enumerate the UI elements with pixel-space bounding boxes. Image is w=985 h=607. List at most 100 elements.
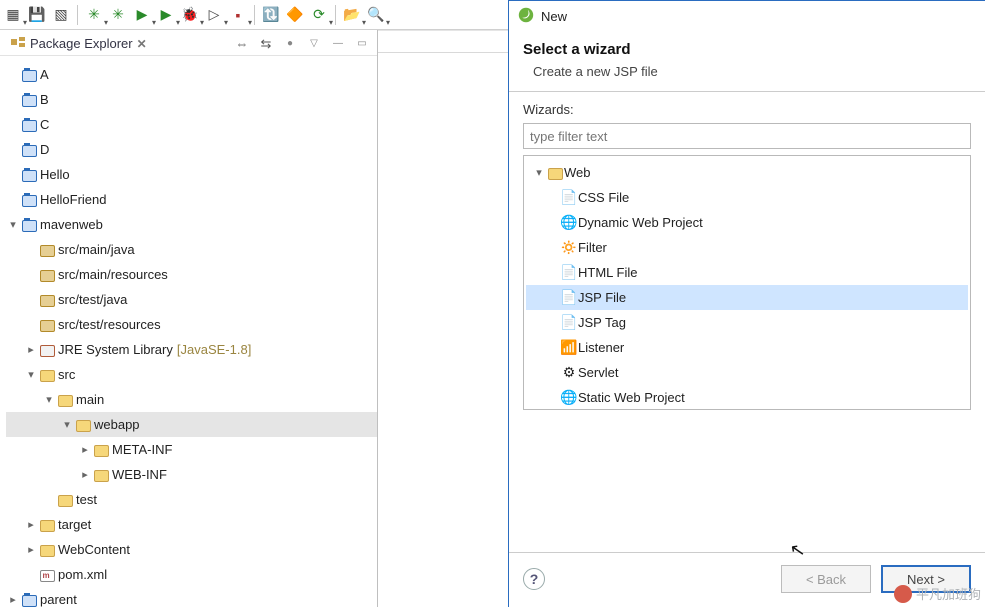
tb-launch-icon[interactable]: ▷ — [203, 4, 225, 26]
wizard-item-icon: 📄 — [560, 314, 578, 331]
node-label: target — [56, 517, 91, 532]
tb-run-dropdown-icon[interactable]: ▶ — [131, 4, 153, 26]
node-label: A — [38, 67, 49, 82]
package-explorer-tree[interactable]: ABCD Hello HelloFriend▾mavenweb src/main/ja… — [0, 56, 377, 607]
dialog-body: Wizards: ▾Web📄CSS File🌐Dynamic Web Proje… — [509, 102, 985, 410]
expand-icon[interactable]: ▾ — [6, 218, 20, 231]
node-label: src — [56, 367, 75, 382]
minimize-icon[interactable]: — — [329, 35, 347, 53]
maximize-icon[interactable]: ▭ — [353, 35, 371, 53]
wizard-item[interactable]: 📄JSP File — [526, 285, 968, 310]
tree-node[interactable]: ▾webapp — [6, 412, 377, 437]
tree-node[interactable]: ▾ main — [6, 387, 377, 412]
node-label: WebContent — [56, 542, 130, 557]
expand-icon[interactable]: ▸ — [24, 518, 38, 531]
tree-node[interactable]: src/test/resources — [6, 312, 377, 337]
node-label: META-INF — [110, 442, 172, 457]
wizard-item[interactable]: 🌐Static Web Project — [526, 385, 968, 410]
node-icon — [38, 242, 56, 256]
tree-node[interactable]: C — [6, 112, 377, 137]
wizard-item[interactable]: 🌐Dynamic Web Project — [526, 210, 968, 235]
package-explorer-title: Package Explorer — [30, 36, 133, 51]
node-label: B — [38, 92, 49, 107]
node-icon — [92, 442, 110, 456]
wizard-category[interactable]: ▾Web — [526, 160, 968, 185]
tb-new-package-icon[interactable]: 🔶 — [284, 4, 306, 26]
tree-node[interactable]: ▸WEB-INF — [6, 462, 377, 487]
tree-node[interactable]: ▸ target — [6, 512, 377, 537]
wizard-item[interactable]: 📄HTML File — [526, 260, 968, 285]
expand-icon[interactable]: ▾ — [60, 418, 74, 431]
expand-icon[interactable]: ▸ — [78, 468, 92, 481]
tree-node[interactable]: ▸ META-INF — [6, 437, 377, 462]
tree-node[interactable]: ▾ src — [6, 362, 377, 387]
tree-node[interactable]: D — [6, 137, 377, 162]
wizard-item[interactable]: 📄CSS File — [526, 185, 968, 210]
tree-node[interactable]: src/main/java — [6, 237, 377, 262]
focus-icon[interactable]: ● — [281, 35, 299, 53]
node-label: src/test/java — [56, 292, 127, 307]
tb-save-icon[interactable]: 💾 — [26, 4, 48, 26]
expand-icon[interactable]: ▾ — [24, 368, 38, 381]
tree-node[interactable]: ▾mavenweb — [6, 212, 377, 237]
dialog-heading: Select a wizard — [523, 41, 971, 58]
new-wizard-dialog: New Select a wizard Create a new JSP fil… — [508, 0, 985, 607]
help-icon[interactable]: ? — [523, 568, 545, 590]
wizard-item[interactable]: 🔅Filter — [526, 235, 968, 260]
wizard-item-icon: 🌐 — [560, 389, 578, 406]
wizard-item[interactable]: 📶Listener — [526, 335, 968, 360]
tree-node[interactable]: HelloFriend — [6, 187, 377, 212]
next-button[interactable]: Next > — [881, 565, 971, 593]
tb-refresh-icon[interactable]: ⟳ — [308, 4, 330, 26]
wizards-label: Wizards: — [523, 102, 971, 117]
expand-icon[interactable]: ▸ — [24, 343, 38, 356]
wizard-item-label: Listener — [578, 340, 624, 355]
node-icon — [38, 342, 56, 356]
tb-debug-icon[interactable]: ✳ — [83, 4, 105, 26]
tree-node[interactable]: Hello — [6, 162, 377, 187]
node-label: src/test/resources — [56, 317, 161, 332]
tb-external-icon[interactable]: 🐞 — [179, 4, 201, 26]
tree-node[interactable]: ▸JRE System Library[JavaSE-1.8] — [6, 337, 377, 362]
node-icon — [20, 117, 38, 131]
view-menu-icon[interactable]: ▽ — [305, 35, 323, 53]
tb-coverage-icon[interactable]: ▶ — [155, 4, 177, 26]
expand-icon[interactable]: ▸ — [24, 543, 38, 556]
tree-node[interactable]: mpom.xml — [6, 562, 377, 587]
node-label: main — [74, 392, 104, 407]
wizard-tree[interactable]: ▾Web📄CSS File🌐Dynamic Web Project🔅Filter… — [523, 155, 971, 410]
tree-node[interactable]: test — [6, 487, 377, 512]
tb-new-icon[interactable]: ▦ — [2, 4, 24, 26]
tb-stop-icon[interactable]: ▪ — [227, 4, 249, 26]
tree-node[interactable]: ▸ WebContent — [6, 537, 377, 562]
tree-node[interactable]: src/test/java — [6, 287, 377, 312]
tree-node[interactable]: A — [6, 62, 377, 87]
node-label: Hello — [38, 167, 70, 182]
tree-node[interactable]: src/main/resources — [6, 262, 377, 287]
node-icon — [56, 492, 74, 506]
wizard-item-label: CSS File — [578, 190, 629, 205]
expand-icon[interactable]: ▾ — [42, 393, 56, 406]
close-icon[interactable]: ✕ — [137, 37, 147, 51]
tb-open-icon[interactable]: 📂 — [341, 4, 363, 26]
tb-new-javaclass-icon[interactable]: 🔃 — [260, 4, 282, 26]
tb-search-icon[interactable]: 🔍 — [365, 4, 387, 26]
tree-node[interactable]: ▸parent — [6, 587, 377, 607]
dialog-footer: ? < Back Next > — [509, 552, 985, 607]
link-editor-icon[interactable]: ⇆ — [257, 35, 275, 53]
collapse-all-icon[interactable]: ⇔ — [233, 35, 251, 53]
expand-icon[interactable]: ▸ — [78, 443, 92, 456]
back-button[interactable]: < Back — [781, 565, 871, 593]
dialog-titlebar: New — [509, 1, 985, 31]
node-label: test — [74, 492, 97, 507]
wizard-item-label: JSP Tag — [578, 315, 626, 330]
wizard-filter-input[interactable] — [523, 123, 971, 149]
tb-saveall-icon[interactable]: ▧ — [50, 4, 72, 26]
wizard-item[interactable]: ⚙Servlet — [526, 360, 968, 385]
wizard-item[interactable]: 📄JSP Tag — [526, 310, 968, 335]
node-label: src/main/java — [56, 242, 135, 257]
tree-node[interactable]: B — [6, 87, 377, 112]
expand-icon[interactable]: ▾ — [532, 166, 546, 179]
expand-icon[interactable]: ▸ — [6, 593, 20, 606]
tb-run-icon[interactable]: ✳ — [107, 4, 129, 26]
